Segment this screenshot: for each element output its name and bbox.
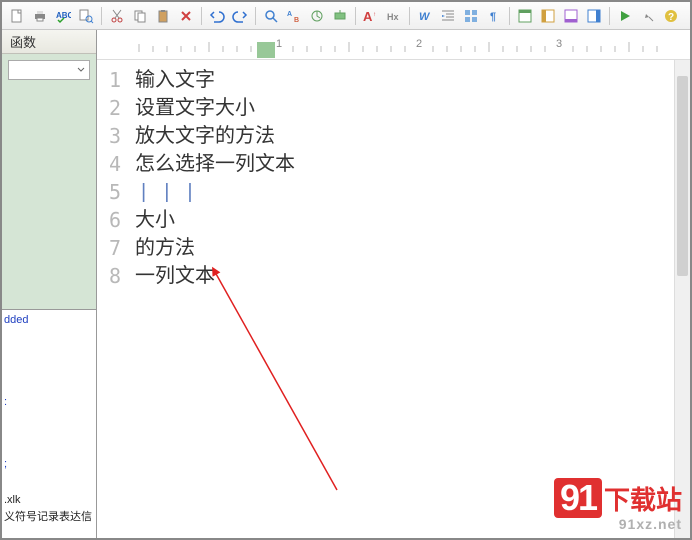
find-replace-icon[interactable]: AB	[283, 5, 305, 27]
search-icon[interactable]	[260, 5, 282, 27]
code-content[interactable]: 输入文字 设置文字大小 放大文字的方法 怎么选择一列文本 ||| 大小 的方法 …	[131, 60, 690, 538]
sidebar-bottom: dded : ; .xlk 义符号记录表达信	[2, 310, 96, 538]
line-gutter: 1 2 3 4 5 6 7 8	[97, 60, 131, 538]
separator	[409, 7, 410, 25]
sidebar-item[interactable]: ;	[4, 458, 94, 470]
panel3-icon[interactable]	[560, 5, 582, 27]
code-line-cursors: |||	[135, 178, 690, 206]
help-icon[interactable]: ?	[660, 5, 682, 27]
code-line: 大小	[135, 206, 690, 234]
toolbar: ABC AB A↑ Hx W ¶ ?	[2, 2, 690, 30]
sidebar-item[interactable]: :	[4, 396, 94, 408]
cut-icon[interactable]	[106, 5, 128, 27]
spellcheck-icon[interactable]: ABC	[52, 5, 74, 27]
vertical-scrollbar[interactable]	[674, 60, 690, 538]
redo-icon[interactable]	[229, 5, 251, 27]
show-all-icon[interactable]: ¶	[483, 5, 505, 27]
sidebar-item[interactable]: dded	[4, 314, 94, 326]
panel1-icon[interactable]	[514, 5, 536, 27]
separator	[509, 7, 510, 25]
editor-area: 1 2 3	[97, 30, 690, 538]
indent-icon[interactable]	[437, 5, 459, 27]
separator	[609, 7, 610, 25]
svg-text:A: A	[287, 11, 292, 18]
line-number: 5	[97, 178, 121, 206]
separator	[201, 7, 202, 25]
svg-text:?: ?	[668, 12, 674, 23]
print-icon[interactable]	[29, 5, 51, 27]
line-number: 4	[97, 150, 121, 178]
editor[interactable]: 1 2 3 4 5 6 7 8 输入文字 设置文字大小 放大文字的方法 怎么选择…	[97, 60, 690, 538]
run-icon[interactable]	[614, 5, 636, 27]
line-number: 8	[97, 262, 121, 290]
new-icon[interactable]	[6, 5, 28, 27]
copy-icon[interactable]	[129, 5, 151, 27]
sidebar-body	[2, 86, 96, 309]
svg-text:Hx: Hx	[387, 12, 399, 22]
panel2-icon[interactable]	[537, 5, 559, 27]
code-line: 输入文字	[135, 66, 690, 94]
line-number: 3	[97, 122, 121, 150]
sidebar-dropdown[interactable]	[8, 60, 90, 80]
hex-icon[interactable]: Hx	[383, 5, 405, 27]
svg-text:A: A	[363, 9, 373, 24]
code-line: 放大文字的方法	[135, 122, 690, 150]
svg-text:W: W	[419, 11, 431, 23]
svg-text:↑: ↑	[373, 12, 376, 18]
ruler-ticks	[97, 30, 690, 60]
svg-text:B: B	[294, 17, 299, 24]
goto-icon[interactable]	[306, 5, 328, 27]
ruler: 1 2 3	[97, 30, 690, 60]
undo-icon[interactable]	[206, 5, 228, 27]
separator	[355, 7, 356, 25]
bookmark-icon[interactable]	[329, 5, 351, 27]
line-number: 2	[97, 94, 121, 122]
code-line: 设置文字大小	[135, 94, 690, 122]
sidebar-header: 函数	[2, 30, 96, 54]
sidebar-item[interactable]: 义符号记录表达信	[4, 508, 94, 524]
preview-icon[interactable]	[75, 5, 97, 27]
separator	[101, 7, 102, 25]
chevron-down-icon	[77, 66, 85, 74]
font-increase-icon[interactable]: A↑	[360, 5, 382, 27]
code-line: 一列文本	[135, 262, 690, 290]
panel4-icon[interactable]	[583, 5, 605, 27]
sidebar: 函数 dded : ; .xlk 义符号记录表达信	[2, 30, 97, 538]
line-number: 1	[97, 66, 121, 94]
word-wrap-icon[interactable]: W	[414, 5, 436, 27]
scrollbar-thumb[interactable]	[677, 76, 688, 276]
code-line: 怎么选择一列文本	[135, 150, 690, 178]
line-number: 7	[97, 234, 121, 262]
svg-text:¶: ¶	[490, 11, 496, 23]
column-select-icon[interactable]	[460, 5, 482, 27]
sidebar-item[interactable]: .xlk	[4, 494, 94, 506]
paste-icon[interactable]	[152, 5, 174, 27]
separator	[255, 7, 256, 25]
delete-icon[interactable]	[175, 5, 197, 27]
code-line: 的方法	[135, 234, 690, 262]
line-number: 6	[97, 206, 121, 234]
arrow-icon[interactable]	[637, 5, 659, 27]
